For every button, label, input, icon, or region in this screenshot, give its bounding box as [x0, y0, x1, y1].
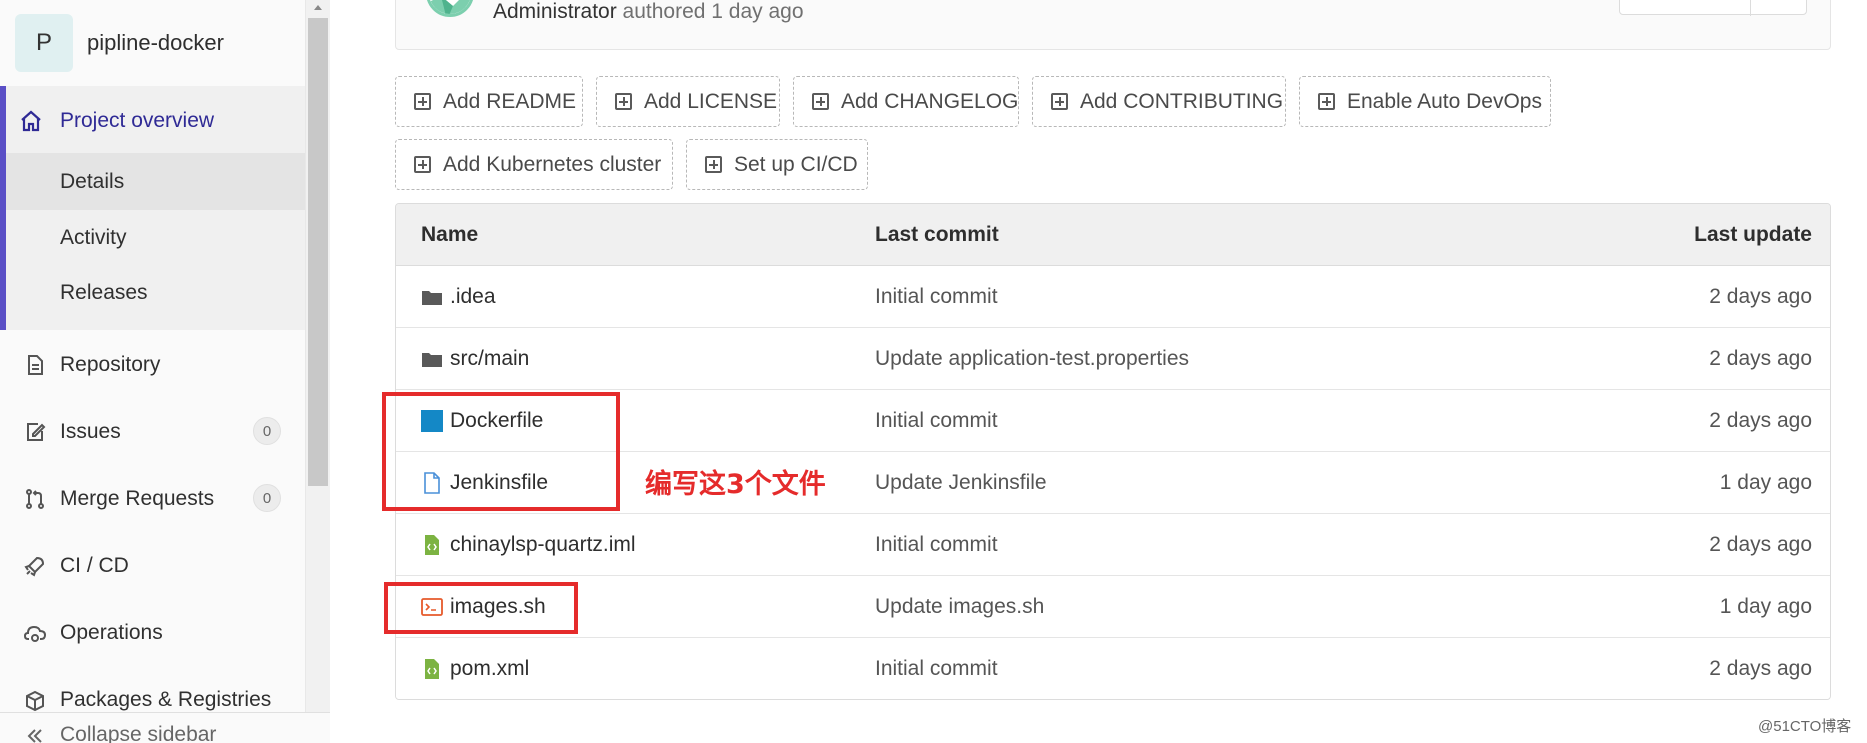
cloud-gear-icon — [22, 620, 48, 646]
issues-icon — [22, 419, 48, 445]
enable-auto-devops-label: Enable Auto DevOps — [1347, 89, 1542, 113]
set-up-ci-cd-label: Set up CI/CD — [734, 152, 858, 176]
project-name[interactable]: pipline-docker — [87, 30, 224, 56]
plus-square-icon — [414, 156, 431, 173]
collapse-sidebar-button[interactable]: Collapse sidebar — [0, 712, 330, 743]
header-last-update: Last update — [1694, 223, 1812, 246]
sidebar-scrollbar-thumb[interactable] — [308, 18, 328, 486]
document-icon — [22, 352, 48, 378]
commit-message-link[interactable]: Update images.sh — [875, 595, 1044, 619]
add-license-button[interactable]: Add LICENSE — [596, 76, 780, 127]
sidebar-item-operations[interactable]: Operations — [0, 618, 305, 648]
add-kubernetes-cluster-button[interactable]: Add Kubernetes cluster — [395, 139, 673, 190]
commit-message-link[interactable]: Initial commit — [875, 657, 998, 681]
double-chevron-left-icon — [22, 723, 48, 743]
last-update-time: 2 days ago — [1709, 657, 1812, 680]
plus-square-icon — [705, 156, 722, 173]
sidebar-item-repository[interactable]: Repository — [0, 350, 305, 380]
sidebar-item-label: Operations — [60, 621, 163, 644]
last-update-time: 2 days ago — [1709, 347, 1812, 370]
plus-square-icon — [615, 93, 632, 110]
sidebar: P pipline-docker Project overview Detail… — [0, 0, 306, 743]
rocket-icon — [22, 553, 48, 579]
add-readme-button[interactable]: Add README — [395, 76, 583, 127]
commit-message-link[interactable]: Update Jenkinsfile — [875, 471, 1047, 495]
commit-actions-button-group[interactable] — [1619, 0, 1807, 16]
header-last-commit: Last commit — [875, 223, 999, 246]
sidebar-item-label: Packages & Registries — [60, 688, 272, 711]
table-row[interactable]: images.sh Update images.sh 1 day ago — [396, 576, 1830, 638]
sidebar-subitem-details-active[interactable] — [6, 153, 305, 210]
file-name-link[interactable]: src/main — [450, 347, 529, 371]
annotation-note: 编写这3个文件 — [645, 469, 826, 500]
project-avatar[interactable]: P — [15, 14, 73, 72]
plus-square-icon — [1318, 93, 1335, 110]
button-divider — [1750, 0, 1751, 16]
table-row[interactable]: .idea Initial commit 2 days ago — [396, 266, 1830, 328]
commit-author[interactable]: Administrator — [493, 0, 617, 23]
xml-file-icon — [425, 535, 439, 555]
sidebar-item-project-overview[interactable]: Project overview — [0, 100, 305, 142]
sidebar-subitem-activity[interactable]: Activity — [60, 226, 127, 250]
annotation-highlight-box-dockerfile-jenkinsfile — [382, 392, 620, 511]
sidebar-item-merge-requests[interactable]: Merge Requests 0 — [0, 484, 305, 514]
last-update-time: 2 days ago — [1709, 533, 1812, 556]
sidebar-item-label: Merge Requests — [60, 487, 215, 510]
author-avatar[interactable] — [426, 0, 474, 17]
add-changelog-label: Add CHANGELOG — [841, 89, 1019, 113]
scroll-up-arrow-icon[interactable] — [313, 2, 323, 12]
table-row[interactable]: chinaylsp-quartz.iml Initial commit 2 da… — [396, 514, 1830, 576]
issues-count-badge: 0 — [253, 417, 281, 445]
table-row[interactable]: src/main Update application-test.propert… — [396, 328, 1830, 390]
watermark: @51CTO博客 — [1758, 718, 1852, 735]
file-name-link[interactable]: chinaylsp-quartz.iml — [450, 533, 636, 557]
sidebar-item-label: Project overview — [60, 109, 215, 132]
add-license-label: Add LICENSE — [644, 89, 778, 113]
add-kubernetes-cluster-label: Add Kubernetes cluster — [443, 152, 662, 176]
plus-square-icon — [414, 93, 431, 110]
plus-square-icon — [812, 93, 829, 110]
table-header: Name Last commit Last update — [396, 204, 1830, 266]
table-row[interactable]: pom.xml Initial commit 2 days ago — [396, 638, 1830, 699]
sidebar-subitem-releases[interactable]: Releases — [60, 281, 148, 305]
add-contributing-button[interactable]: Add CONTRIBUTING — [1032, 76, 1286, 127]
enable-auto-devops-button[interactable]: Enable Auto DevOps — [1299, 76, 1551, 127]
commit-message-link[interactable]: Update application-test.properties — [875, 347, 1189, 371]
commit-author-line: Administrator authored 1 day ago — [493, 0, 804, 24]
sidebar-item-label: Repository — [60, 353, 161, 376]
folder-icon — [422, 291, 442, 305]
commit-authored-time: authored 1 day ago — [622, 0, 804, 23]
file-name-link[interactable]: pom.xml — [450, 657, 529, 681]
sidebar-subitem-details[interactable]: Details — [60, 170, 124, 194]
sidebar-item-label: Issues — [60, 420, 121, 443]
merge-requests-count-badge: 0 — [253, 484, 281, 512]
last-update-time: 1 day ago — [1719, 471, 1812, 494]
add-changelog-button[interactable]: Add CHANGELOG — [793, 76, 1019, 127]
commit-message-link[interactable]: Initial commit — [875, 409, 998, 433]
annotation-highlight-box-images-sh — [384, 582, 578, 634]
header-name: Name — [421, 223, 479, 246]
sidebar-item-packages-registries[interactable]: Packages & Registries — [0, 685, 305, 715]
xml-file-icon — [425, 659, 439, 679]
commit-message-link[interactable]: Initial commit — [875, 285, 998, 309]
home-icon — [18, 108, 44, 134]
set-up-ci-cd-button[interactable]: Set up CI/CD — [686, 139, 868, 190]
add-readme-label: Add README — [443, 89, 577, 113]
add-contributing-label: Add CONTRIBUTING — [1080, 89, 1284, 113]
plus-square-icon — [1051, 93, 1068, 110]
commit-message-link[interactable]: Initial commit — [875, 533, 998, 557]
sidebar-item-ci-cd[interactable]: CI / CD — [0, 551, 305, 581]
last-update-time: 1 day ago — [1719, 595, 1812, 618]
folder-icon — [422, 353, 442, 367]
merge-request-icon — [22, 486, 48, 512]
last-update-time: 2 days ago — [1709, 285, 1812, 308]
last-commit-box: Administrator authored 1 day ago — [395, 0, 1831, 50]
file-name-link[interactable]: .idea — [450, 285, 496, 309]
sidebar-item-issues[interactable]: Issues 0 — [0, 417, 305, 447]
collapse-sidebar-label: Collapse sidebar — [60, 723, 217, 743]
package-icon — [22, 687, 48, 713]
sidebar-item-label: CI / CD — [60, 554, 129, 577]
project-header[interactable]: P pipline-docker — [0, 0, 305, 86]
last-update-time: 2 days ago — [1709, 409, 1812, 432]
